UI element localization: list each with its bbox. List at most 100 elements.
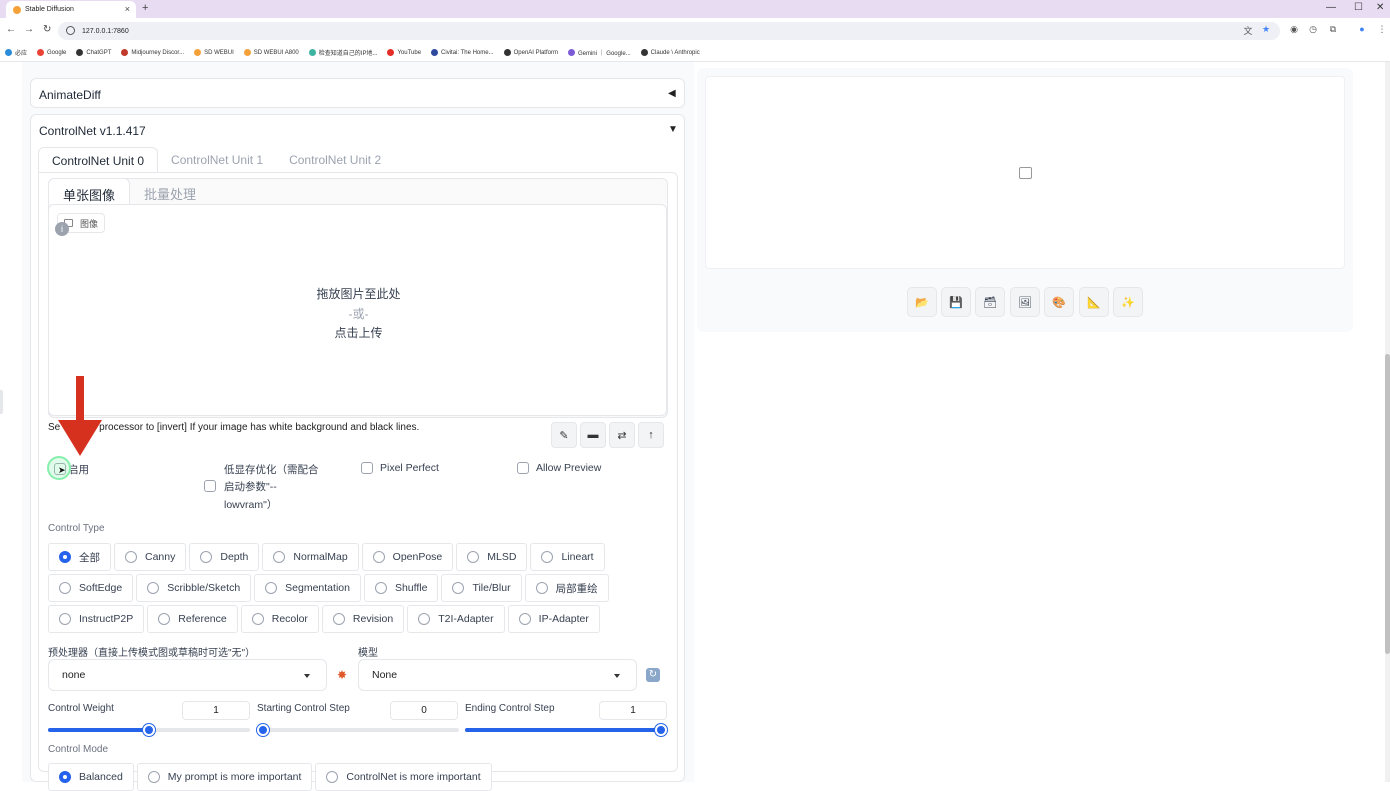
output-gallery[interactable] (705, 76, 1345, 269)
radio-depth[interactable]: Depth (189, 543, 260, 571)
radio-recolor[interactable]: Recolor (240, 605, 319, 633)
radio-tile-blur[interactable]: Tile/Blur (441, 574, 522, 602)
bookmark-favicon-icon (387, 49, 395, 56)
bookmark-item[interactable]: Civitai: The Home... (431, 49, 494, 56)
radio-controlnet-important[interactable]: ControlNet is more important (315, 763, 492, 791)
bookmark-item[interactable]: SD WEBUI (194, 49, 234, 56)
extensions-puzzle-icon[interactable]: ⧉ (1327, 24, 1339, 36)
sparkle-icon[interactable]: ✨ (1113, 287, 1143, 317)
slider-knob[interactable] (257, 724, 269, 736)
control-weight-slider[interactable] (48, 724, 250, 736)
run-preprocessor-icon[interactable]: ✸ (337, 668, 347, 682)
model-select[interactable]: None (358, 659, 637, 691)
image-upload-dropzone[interactable]: 图像 i 拖放图片至此处 -或- 点击上传 (48, 204, 667, 416)
pixel-perfect-checkbox[interactable] (361, 462, 373, 474)
slider-knob[interactable] (655, 724, 667, 736)
preprocessor-select[interactable]: none (48, 659, 327, 691)
ending-step-input[interactable]: 1 (599, 701, 667, 720)
radio-openpose[interactable]: OpenPose (361, 543, 454, 571)
bookmark-item[interactable]: Gemini ｜ Google... (567, 48, 631, 57)
starting-step-slider[interactable] (257, 724, 459, 736)
browser-tab[interactable]: Stable Diffusion × (6, 1, 136, 18)
bookmark-label: 检查知道自己的IP地... (318, 51, 378, 57)
maximize-icon[interactable]: ☐ (1354, 2, 1363, 13)
scrollbar-thumb[interactable] (1385, 354, 1390, 654)
radio-mlsd[interactable]: MLSD (456, 543, 528, 571)
radio-segmentation[interactable]: Segmentation (254, 574, 361, 602)
zip-icon[interactable]: 🗃 (975, 287, 1005, 317)
bookmark-item[interactable]: YouTube (387, 49, 421, 56)
bookmark-item[interactable]: SD WEBUI A800 (243, 49, 299, 56)
slider-knob[interactable] (143, 724, 155, 736)
send-to-img2img-icon[interactable]: 🖼 (1010, 287, 1040, 317)
radio-label: My prompt is more important (167, 771, 302, 783)
edit-icon[interactable]: ✎ (551, 422, 577, 448)
radio-reference[interactable]: Reference (147, 605, 238, 633)
animatediff-accordion[interactable]: AnimateDiff ◀ (30, 78, 685, 108)
save-icon[interactable]: 💾 (941, 287, 971, 317)
swap-icon[interactable]: ⇄ (609, 422, 635, 448)
radio-instructp2p[interactable]: InstructP2P (48, 605, 145, 633)
radio-dot (372, 551, 385, 563)
chevron-down-icon (614, 674, 620, 678)
radio-shuffle[interactable]: Shuffle (363, 574, 439, 602)
lowvram-checkbox[interactable] (204, 480, 216, 492)
minimize-icon[interactable]: — (1326, 2, 1336, 13)
reload-icon[interactable]: ↻ (43, 24, 51, 35)
radio-ip-adapter[interactable]: IP-Adapter (507, 605, 600, 633)
open-folder-icon[interactable]: 📂 (907, 287, 937, 317)
bookmark-item[interactable]: Google (37, 49, 66, 56)
collapse-arrow-icon[interactable]: ◀ (668, 88, 676, 99)
bookmark-item[interactable]: OpenAI Platform (503, 49, 558, 56)
radio-normalmap[interactable]: NormalMap (262, 543, 359, 571)
tab-unit-0[interactable]: ControlNet Unit 0 (38, 147, 159, 173)
bookmark-star-icon[interactable]: ★ (1260, 24, 1272, 36)
control-weight-input[interactable]: 1 (182, 701, 250, 720)
mouse-cursor-icon: ➤ (58, 465, 66, 475)
refresh-models-icon[interactable]: ↻ (646, 668, 660, 682)
radio-prompt-important[interactable]: My prompt is more important (136, 763, 313, 791)
url-field[interactable]: 127.0.0.1:7860 (58, 22, 1280, 40)
radio-softedge[interactable]: SoftEdge (48, 574, 134, 602)
translate-icon[interactable]: 文 (1242, 24, 1254, 36)
radio-canny[interactable]: Canny (114, 543, 187, 571)
forward-icon[interactable]: → (24, 24, 34, 35)
camera-icon[interactable]: ▬ (580, 422, 606, 448)
site-info-icon[interactable] (66, 26, 75, 35)
tab-single-image[interactable]: 单张图像 (48, 178, 131, 204)
bookmark-item[interactable]: ChatGPT (76, 49, 111, 56)
radio-revision[interactable]: Revision (321, 605, 405, 633)
ending-step-slider[interactable] (465, 724, 667, 736)
send-up-icon[interactable]: ↑ (638, 422, 664, 448)
new-tab-button[interactable]: + (142, 2, 148, 14)
controlnet-title[interactable]: ControlNet v1.1.417 (39, 124, 146, 138)
send-to-inpaint-icon[interactable]: 🎨 (1044, 287, 1074, 317)
close-tab-icon[interactable]: × (125, 4, 130, 14)
bookmark-item[interactable]: 必应 (5, 48, 27, 57)
bookmark-item[interactable]: Midjourney Discor... (121, 49, 184, 56)
back-icon[interactable]: ← (6, 24, 16, 35)
expand-arrow-icon[interactable]: ▼ (668, 124, 678, 135)
profile-avatar-icon[interactable]: ● (1356, 24, 1368, 36)
menu-kebab-icon[interactable]: ⋮ (1376, 24, 1388, 36)
tab-batch[interactable]: 批量处理 (130, 178, 210, 204)
extension-icon[interactable]: ◉ (1288, 24, 1300, 36)
radio-inpaint[interactable]: 局部重绘 (524, 574, 609, 602)
allow-preview-checkbox[interactable] (517, 462, 529, 474)
starting-step-input[interactable]: 0 (390, 701, 458, 720)
bookmark-item[interactable]: 检查知道自己的IP地... (308, 48, 378, 57)
radio-all[interactable]: 全部 (48, 543, 111, 571)
send-to-extras-icon[interactable]: 📐 (1079, 287, 1109, 317)
tab-unit-1[interactable]: ControlNet Unit 1 (158, 147, 276, 173)
close-window-icon[interactable]: ✕ (1376, 2, 1384, 13)
favicon-icon (13, 5, 21, 14)
radio-t2i-adapter[interactable]: T2I-Adapter (407, 605, 505, 633)
history-icon[interactable]: ◷ (1307, 24, 1319, 36)
radio-lineart[interactable]: Lineart (530, 543, 605, 571)
tab-unit-2[interactable]: ControlNet Unit 2 (276, 147, 394, 173)
side-handle[interactable] (0, 390, 3, 414)
page-scrollbar[interactable] (1385, 62, 1390, 782)
radio-scribble[interactable]: Scribble/Sketch (136, 574, 252, 602)
radio-balanced[interactable]: Balanced (48, 763, 134, 791)
bookmark-item[interactable]: Claude \ Anthropic (640, 49, 700, 56)
